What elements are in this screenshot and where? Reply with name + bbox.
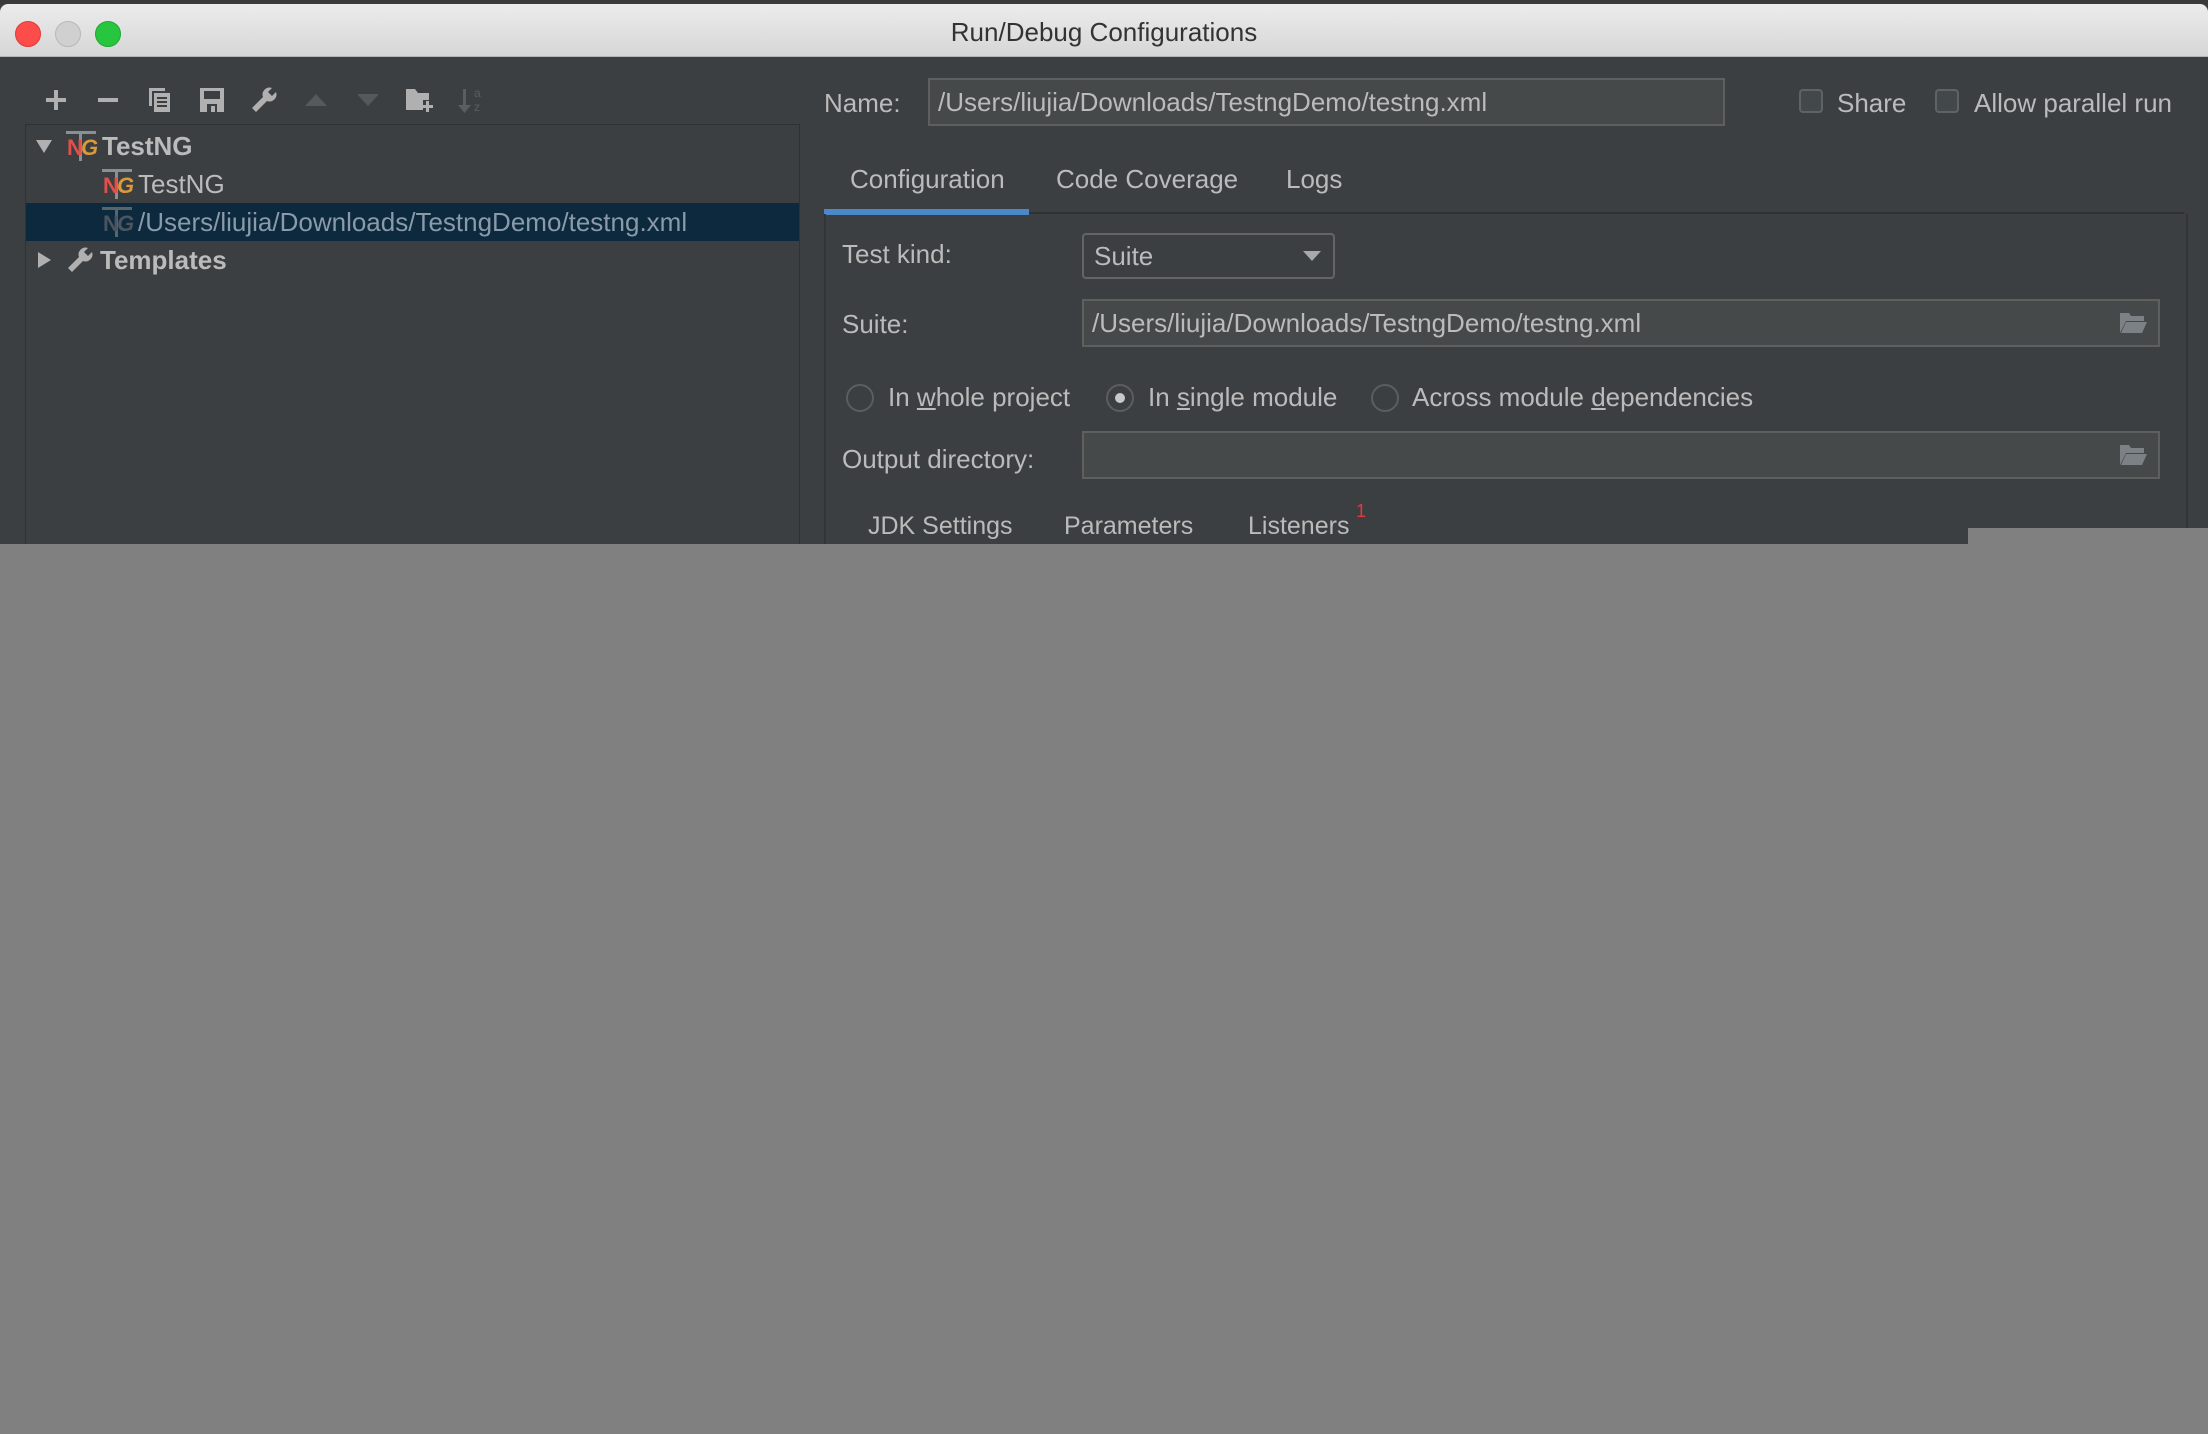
move-down-button[interactable] [342, 80, 394, 120]
configuration-panel [824, 214, 2188, 544]
listeners-error-badge: 1 [1356, 501, 1367, 521]
minus-icon [98, 98, 118, 102]
tab-configuration[interactable]: Configuration [850, 164, 1005, 195]
save-config-button[interactable] [186, 80, 238, 120]
subtab-listeners[interactable]: Listeners [1248, 512, 1349, 541]
tree-item-label: TestNG [138, 168, 225, 199]
collapse-arrow-icon[interactable] [34, 250, 54, 270]
sort-button[interactable]: az [446, 80, 498, 120]
tree-item-testng-group[interactable]: NG TestNG [26, 127, 799, 165]
edit-defaults-button[interactable] [238, 80, 290, 120]
test-kind-value: Suite [1094, 240, 1154, 271]
tab-logs[interactable]: Logs [1286, 164, 1342, 195]
suite-label: Suite: [842, 309, 909, 339]
remove-config-button[interactable] [82, 80, 134, 120]
testng-icon: NG [102, 169, 134, 199]
tree-item-testng[interactable]: NG TestNG [26, 165, 799, 203]
allow-parallel-run-label: Allow parallel run [1974, 88, 2172, 118]
radio-across-module-dependencies-label[interactable]: Across module dependencies [1412, 382, 1753, 413]
sort-az-icon: az [458, 86, 481, 114]
svg-text:z: z [474, 100, 480, 114]
svg-text:a: a [474, 86, 481, 100]
output-directory-field[interactable] [1082, 431, 2160, 479]
triangle-up-icon [305, 94, 327, 106]
share-label: Share [1837, 88, 1907, 118]
browse-folder-icon[interactable] [2118, 443, 2148, 474]
copy-config-button[interactable] [134, 80, 186, 120]
wrench-icon [66, 246, 100, 274]
wrench-icon [252, 87, 277, 112]
expand-arrow-icon[interactable] [34, 136, 54, 156]
radio-single-module-label[interactable]: In single module [1148, 382, 1337, 413]
triangle-down-icon [357, 94, 379, 106]
folder-plus-icon [406, 89, 433, 112]
title-bar[interactable]: Run/Debug Configurations [0, 4, 2208, 57]
subtab-parameters[interactable]: Parameters [1064, 512, 1193, 541]
chevron-down-icon [1303, 251, 1321, 261]
new-folder-button[interactable] [394, 80, 446, 120]
overlay-region [1968, 528, 2208, 548]
allow-parallel-run-checkbox[interactable] [1935, 89, 1959, 113]
output-directory-label: Output directory: [842, 444, 1035, 474]
test-kind-label: Test kind: [842, 239, 952, 269]
tree-item-label: TestNG [102, 130, 193, 161]
testng-icon: NG [102, 207, 134, 237]
config-tree: NG TestNG NG TestNG NG /Users/liujia/Dow… [25, 124, 800, 544]
tree-item-testng-xml[interactable]: NG /Users/liujia/Downloads/TestngDemo/te… [26, 203, 799, 241]
plus-icon [46, 90, 66, 110]
tree-item-label: /Users/liujia/Downloads/TestngDemo/testn… [138, 206, 688, 237]
suite-path-value: /Users/liujia/Downloads/TestngDemo/testn… [1092, 307, 1642, 338]
name-label: Name: [824, 88, 901, 118]
tab-code-coverage[interactable]: Code Coverage [1056, 164, 1238, 195]
radio-across-module-dependencies[interactable] [1371, 384, 1399, 412]
add-config-button[interactable] [30, 80, 82, 120]
radio-whole-project[interactable] [846, 384, 874, 412]
suite-path-field[interactable]: /Users/liujia/Downloads/TestngDemo/testn… [1082, 299, 2160, 347]
tree-item-label: Templates [100, 244, 227, 275]
window-title: Run/Debug Configurations [950, 17, 1258, 47]
radio-whole-project-label[interactable]: In whole project [888, 382, 1070, 413]
browse-folder-icon[interactable] [2118, 311, 2148, 342]
save-icon [200, 88, 224, 112]
copy-icon [149, 88, 170, 112]
config-toolbar: az [30, 80, 498, 120]
move-up-button[interactable] [290, 80, 342, 120]
run-debug-dialog: Run/Debug Configurations az N G TestNG N… [0, 4, 2208, 544]
testng-icon: NG [66, 131, 98, 161]
subtab-jdk-settings[interactable]: JDK Settings [868, 512, 1013, 541]
radio-single-module[interactable] [1106, 384, 1134, 412]
share-checkbox[interactable] [1799, 89, 1823, 113]
test-kind-dropdown[interactable]: Suite [1082, 233, 1335, 279]
name-input[interactable] [928, 78, 1725, 126]
tree-item-templates[interactable]: Templates [26, 241, 799, 279]
